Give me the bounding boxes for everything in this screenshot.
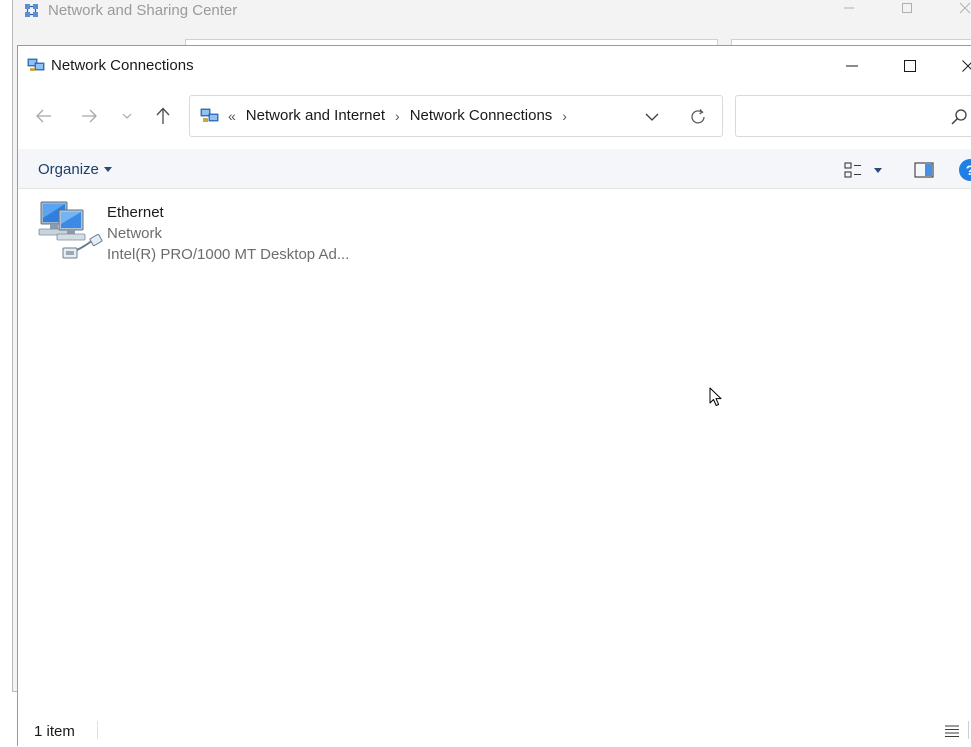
titlebar[interactable]: Network Connections [18, 46, 971, 86]
caret-down-icon [103, 166, 112, 172]
address-bar[interactable]: « Network and Internet › Network Connect… [189, 95, 723, 137]
network-connections-window[interactable]: Network Connections « Network and Intern… [17, 45, 971, 747]
up-button[interactable] [146, 100, 180, 132]
minimize-icon [846, 65, 858, 67]
change-view-button[interactable] [844, 158, 890, 182]
search-input[interactable] [735, 95, 971, 137]
close-icon [959, 2, 971, 14]
search-icon [951, 109, 967, 125]
chevron-right-icon[interactable]: › [562, 108, 567, 124]
background-close-button[interactable] [942, 0, 971, 22]
view-options-icon [844, 162, 861, 178]
address-history-dropdown[interactable] [639, 104, 665, 130]
organize-button[interactable]: Organize [32, 157, 118, 181]
forward-button[interactable] [72, 100, 106, 132]
item-status: Network [107, 225, 163, 242]
navigation-bar: « Network and Internet › Network Connect… [18, 86, 971, 148]
organize-label: Organize [38, 160, 99, 178]
breadcrumb-network-and-internet[interactable]: Network and Internet [246, 107, 385, 124]
maximize-icon [904, 60, 916, 72]
minimize-icon [844, 7, 854, 9]
background-titlebar[interactable]: Network and Sharing Center [13, 0, 971, 22]
preview-pane-button[interactable] [911, 158, 937, 182]
close-icon [962, 60, 971, 72]
status-divider [968, 721, 969, 739]
caret-down-icon [874, 167, 882, 173]
refresh-button[interactable] [683, 104, 713, 130]
command-bar: Organize ? [18, 149, 971, 189]
network-sharing-icon [25, 4, 38, 17]
preview-pane-icon [914, 162, 934, 178]
chevron-right-icon[interactable]: › [395, 108, 400, 124]
network-connections-icon [27, 58, 45, 71]
arrow-up-icon [156, 107, 170, 124]
status-bar: 1 item [18, 714, 971, 747]
ethernet-adapter-icon [38, 201, 103, 259]
back-button[interactable] [27, 100, 61, 132]
help-button[interactable]: ? [959, 159, 971, 181]
background-window-title: Network and Sharing Center [48, 2, 238, 19]
arrow-left-icon [36, 109, 51, 123]
status-divider [97, 721, 98, 739]
window-title: Network Connections [51, 57, 194, 74]
maximize-icon [902, 3, 912, 13]
background-maximize-button[interactable] [884, 0, 930, 22]
chevron-down-icon [645, 113, 659, 121]
breadcrumb-overflow-button[interactable]: « [228, 108, 236, 124]
arrow-right-icon [82, 109, 97, 123]
refresh-icon [691, 109, 705, 124]
background-minimize-button[interactable] [826, 0, 872, 22]
minimize-button[interactable] [829, 46, 875, 86]
details-view-icon[interactable] [943, 723, 961, 739]
item-adapter: Intel(R) PRO/1000 MT Desktop Ad... [107, 246, 350, 263]
recent-locations-button[interactable] [116, 100, 138, 132]
close-button[interactable] [945, 46, 971, 86]
item-name: Ethernet [107, 204, 164, 221]
breadcrumb: « Network and Internet › Network Connect… [228, 107, 577, 124]
list-item[interactable]: Ethernet Network Intel(R) PRO/1000 MT De… [37, 198, 350, 264]
mouse-cursor-icon [709, 387, 722, 406]
maximize-button[interactable] [887, 46, 933, 86]
chevron-down-icon [122, 113, 132, 119]
file-list[interactable]: Ethernet Network Intel(R) PRO/1000 MT De… [18, 190, 971, 714]
breadcrumb-network-connections[interactable]: Network Connections [410, 107, 553, 124]
network-connections-icon [200, 108, 219, 122]
item-count: 1 item [34, 723, 75, 740]
